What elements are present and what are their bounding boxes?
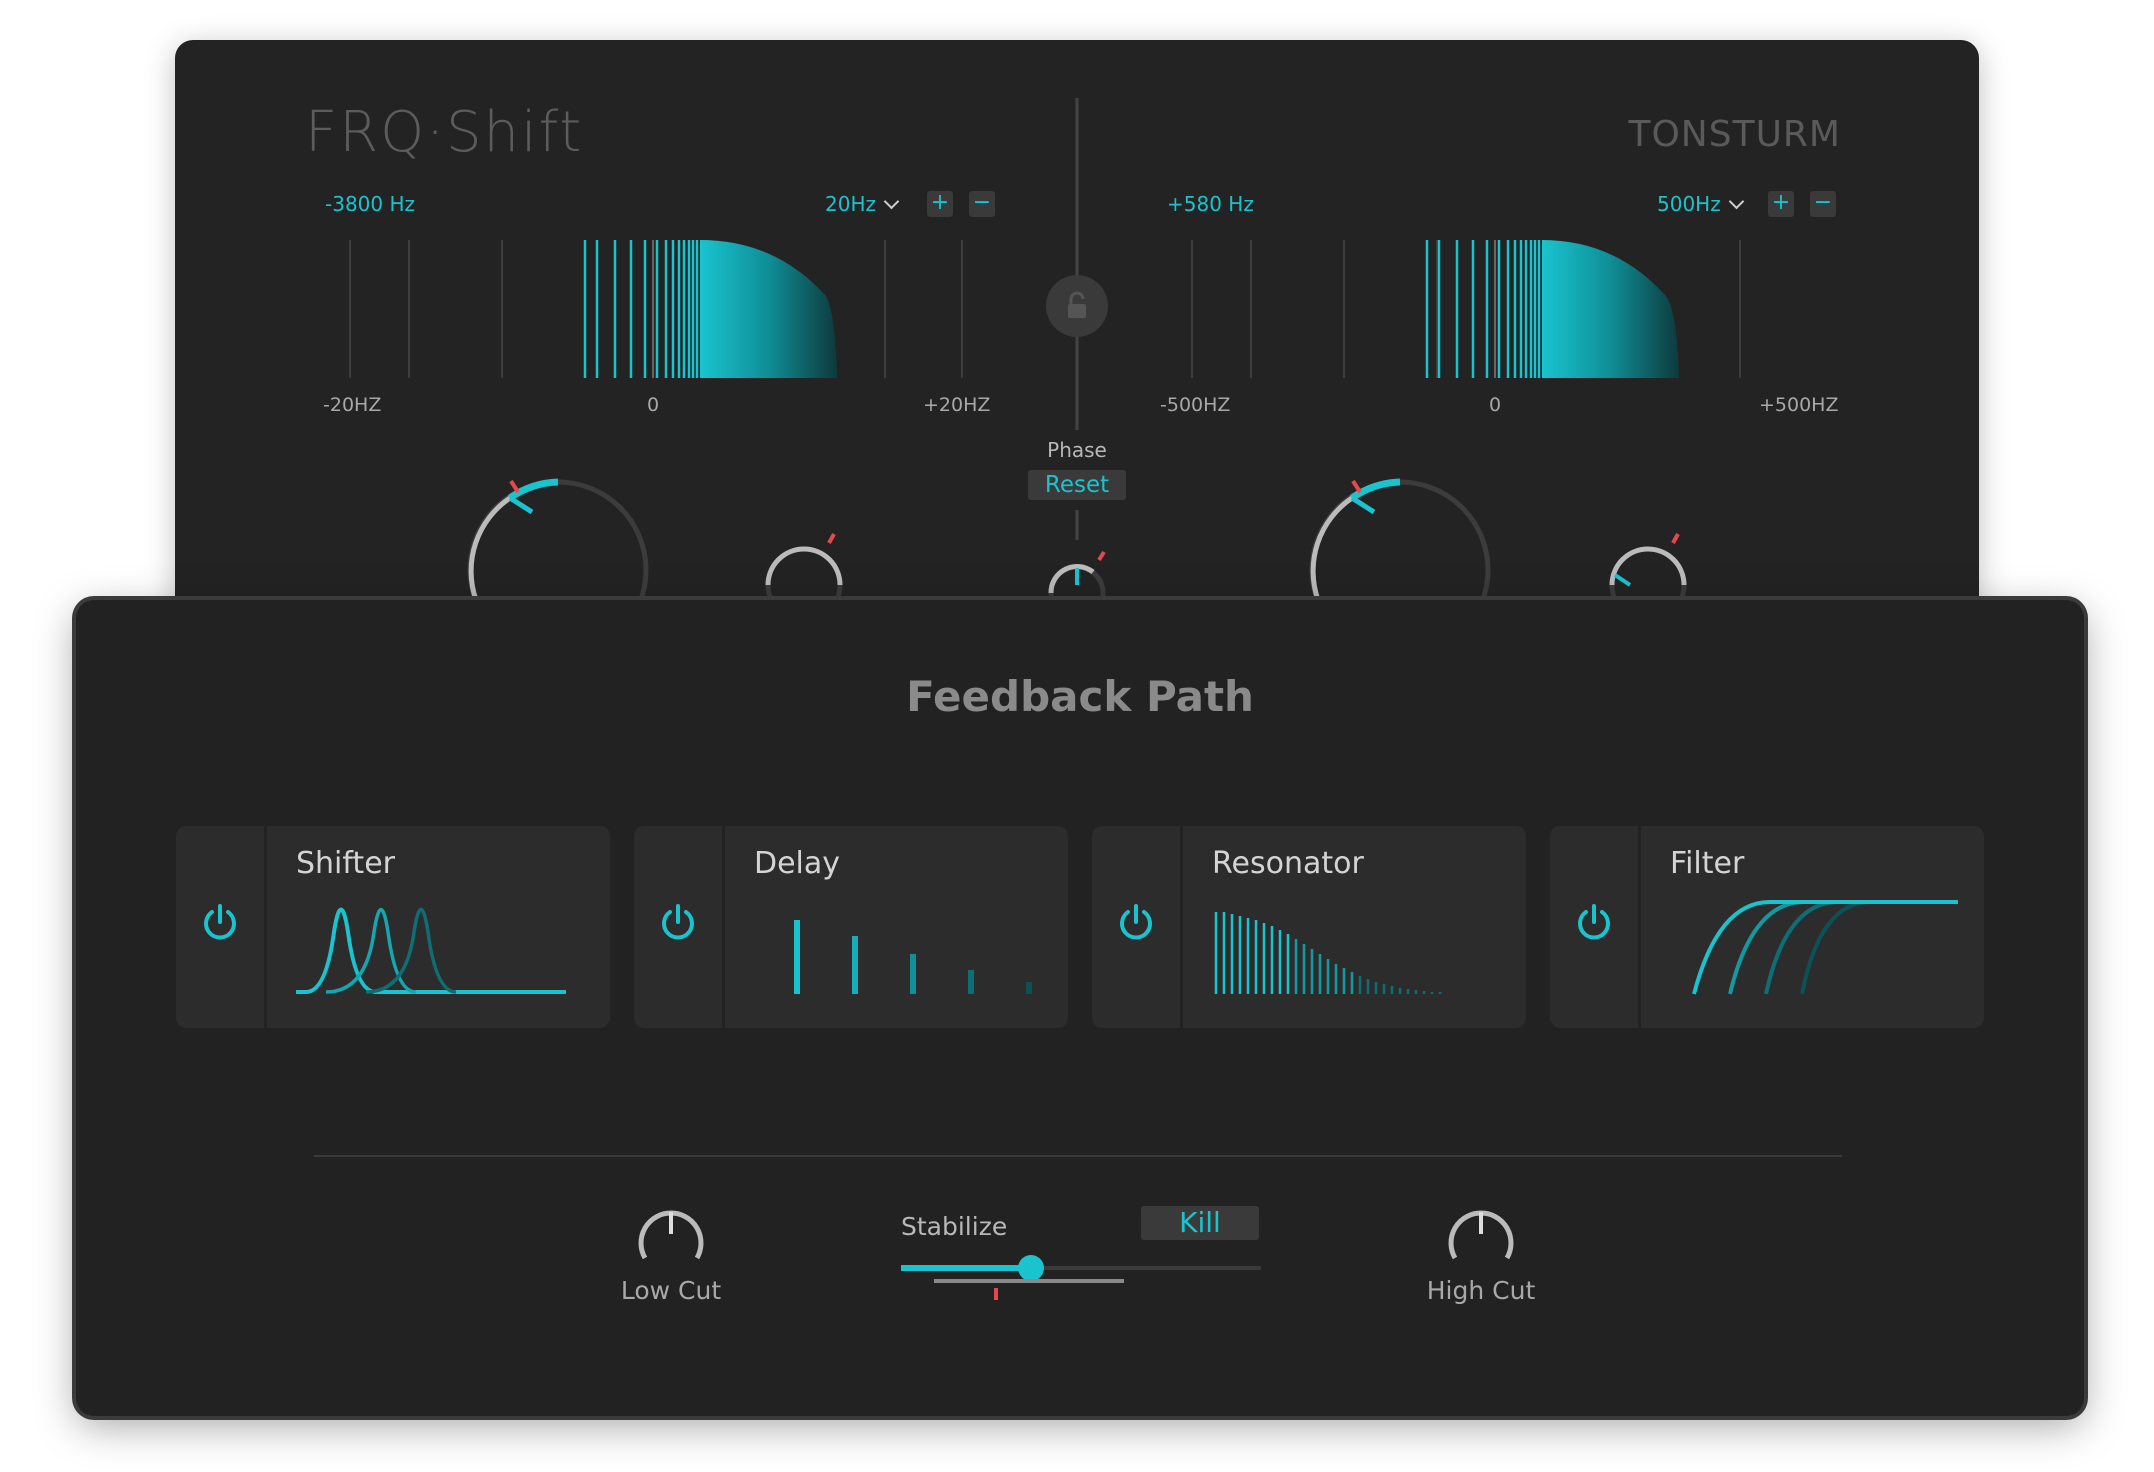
right-spectrum-curve (1542, 240, 1679, 378)
filter-power-button[interactable] (1550, 826, 1641, 1028)
stabilize-thumb[interactable] (1017, 1255, 1044, 1281)
high-cut-label: High Cut (1426, 1276, 1536, 1305)
feedback-path-panel: Feedback Path Shifter Delay Resonator Fi… (76, 600, 2084, 1416)
left-spectrum-lines (583, 240, 699, 378)
frq-shift-panel: FRQ·Shift TONSTURM -3800 Hz 20Hz + − +58… (175, 40, 1979, 680)
shifter-graph (296, 907, 566, 994)
left-axis-min: -20HZ (323, 394, 382, 416)
shifter-power-button[interactable] (176, 826, 267, 1028)
power-icon (204, 904, 236, 940)
shifter-title: Shifter (296, 846, 395, 881)
lock-button[interactable] (1046, 275, 1108, 337)
left-axis-mid: 0 (647, 394, 660, 416)
spectrum-display (349, 98, 1741, 661)
power-icon (1120, 904, 1152, 940)
phase-label: Phase (1047, 438, 1107, 462)
right-axis-max: +500HZ (1759, 394, 1839, 416)
filter-title: Filter (1670, 846, 1745, 881)
stabilize-range-bar (934, 1279, 1124, 1283)
stabilize-label: Stabilize (901, 1212, 1008, 1241)
resonator-graph (1214, 912, 1442, 994)
right-axis-mid: 0 (1489, 394, 1502, 416)
low-cut-label: Low Cut (620, 1276, 722, 1305)
module-resonator[interactable]: Resonator (1092, 826, 1526, 1028)
left-axis-max: +20HZ (923, 394, 991, 416)
module-delay[interactable]: Delay (634, 826, 1068, 1028)
phase-reset-button[interactable]: Reset (1028, 470, 1126, 500)
module-filter[interactable]: Filter (1550, 826, 1984, 1028)
delay-power-button[interactable] (634, 826, 725, 1028)
resonator-power-button[interactable] (1092, 826, 1183, 1028)
left-spectrum-curve (700, 240, 837, 378)
power-icon (1578, 904, 1610, 940)
right-spectrum-lines (1425, 240, 1541, 378)
delay-title: Delay (754, 846, 841, 881)
lock-icon (1068, 291, 1086, 318)
section-title: Feedback Path (906, 672, 1254, 721)
stabilize-marker (994, 1288, 998, 1300)
kill-button[interactable]: Kill (1141, 1206, 1259, 1240)
right-axis-min: -500HZ (1160, 394, 1231, 416)
stabilize-fill (901, 1265, 1031, 1271)
power-icon (662, 904, 694, 940)
low-cut-knob[interactable] (631, 1200, 711, 1280)
delay-graph (794, 920, 1032, 994)
filter-graph (1692, 900, 1958, 995)
module-shifter[interactable]: Shifter (176, 826, 610, 1028)
high-cut-knob[interactable] (1441, 1200, 1521, 1280)
section-divider (314, 1155, 1842, 1157)
resonator-title: Resonator (1212, 846, 1364, 881)
